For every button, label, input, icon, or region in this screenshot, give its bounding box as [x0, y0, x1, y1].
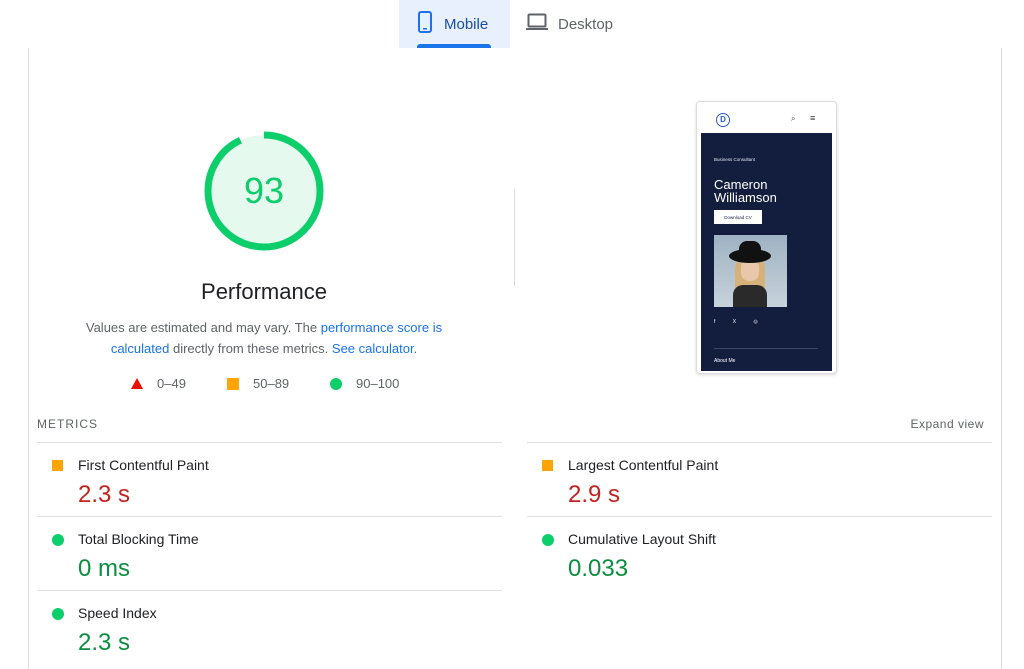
- metric-name: Total Blocking Time: [78, 531, 199, 547]
- portrait-hat-crown: [739, 241, 761, 255]
- legend-average-label: 50–89: [253, 376, 290, 391]
- page-screenshot-thumbnail[interactable]: D ⌕ ≡ Business Consultant Cameron Willia…: [696, 101, 837, 374]
- legend-fail: 0–49: [131, 376, 186, 391]
- metric-largest-contentful-paint: Largest Contentful Paint 2.9 s: [527, 442, 992, 516]
- circle-icon: [330, 377, 342, 390]
- preview-kicker: Business Consultant: [714, 157, 756, 162]
- circle-icon: [52, 534, 64, 546]
- metric-value: 2.3 s: [78, 629, 131, 656]
- performance-gauge: 93: [202, 129, 326, 253]
- search-icon: ⌕: [791, 114, 796, 123]
- score-legend: 0–49 50–89 90–100: [0, 376, 1024, 396]
- metric-name: First Contentful Paint: [78, 457, 209, 473]
- circle-icon: [542, 534, 554, 546]
- tab-mobile[interactable]: Mobile: [399, 0, 510, 48]
- preview-social-icons: f X ◎: [714, 319, 766, 325]
- legend-average: 50–89: [227, 376, 289, 391]
- metric-cumulative-layout-shift: Cumulative Layout Shift 0.033: [527, 516, 992, 590]
- preview-download-button: Download CV: [714, 210, 762, 224]
- see-calculator-link[interactable]: See calculator.: [332, 341, 417, 356]
- description-text: Values are estimated and may vary. The: [85, 320, 321, 335]
- metric-name: Speed Index: [78, 605, 157, 621]
- laptop-icon: [526, 13, 548, 35]
- tab-desktop[interactable]: Desktop: [524, 0, 634, 48]
- legend-pass-label: 90–100: [356, 376, 400, 391]
- tab-mobile-label: Mobile: [444, 15, 489, 33]
- preview-portrait-photo: [714, 235, 787, 307]
- preview-header: D ⌕ ≡: [697, 102, 836, 132]
- description-text-middle: directly from these metrics.: [169, 341, 332, 356]
- legend-fail-label: 0–49: [157, 376, 186, 391]
- circle-icon: [52, 608, 64, 620]
- metrics-header: METRICS: [37, 417, 98, 431]
- metric-value: 0 ms: [78, 555, 131, 582]
- device-tabs: Mobile Desktop: [0, 0, 1024, 48]
- performance-description: Values are estimated and may vary. The p…: [64, 317, 464, 359]
- metric-first-contentful-paint: First Contentful Paint 2.3 s: [37, 442, 502, 516]
- preview-hero: Business Consultant Cameron Williamson D…: [701, 133, 832, 371]
- metric-name: Cumulative Layout Shift: [568, 531, 716, 547]
- tab-desktop-label: Desktop: [558, 15, 614, 33]
- preview-divider: [714, 348, 818, 349]
- square-icon: [52, 460, 63, 471]
- square-icon: [227, 377, 239, 390]
- triangle-icon: [131, 378, 143, 389]
- metric-speed-index: Speed Index 2.3 s: [37, 590, 502, 664]
- metric-total-blocking-time: Total Blocking Time 0 ms: [37, 516, 502, 590]
- expand-view-toggle[interactable]: Expand view: [910, 417, 984, 431]
- square-icon: [542, 460, 553, 471]
- metric-value: 0.033: [568, 555, 629, 582]
- smartphone-icon: [418, 11, 432, 37]
- preview-name: Cameron Williamson: [714, 177, 777, 205]
- preview-about-heading: About Me: [714, 358, 736, 364]
- legend-pass: 90–100: [330, 376, 399, 391]
- metric-value: 2.9 s: [568, 481, 621, 508]
- performance-title: Performance: [201, 279, 327, 304]
- performance-score: 93: [243, 170, 285, 211]
- preview-logo: D: [716, 113, 730, 127]
- vertical-divider: [514, 189, 515, 286]
- hamburger-menu-icon: ≡: [810, 113, 816, 123]
- metric-value: 2.3 s: [78, 481, 131, 508]
- metric-name: Largest Contentful Paint: [568, 457, 719, 473]
- portrait-body: [733, 285, 767, 307]
